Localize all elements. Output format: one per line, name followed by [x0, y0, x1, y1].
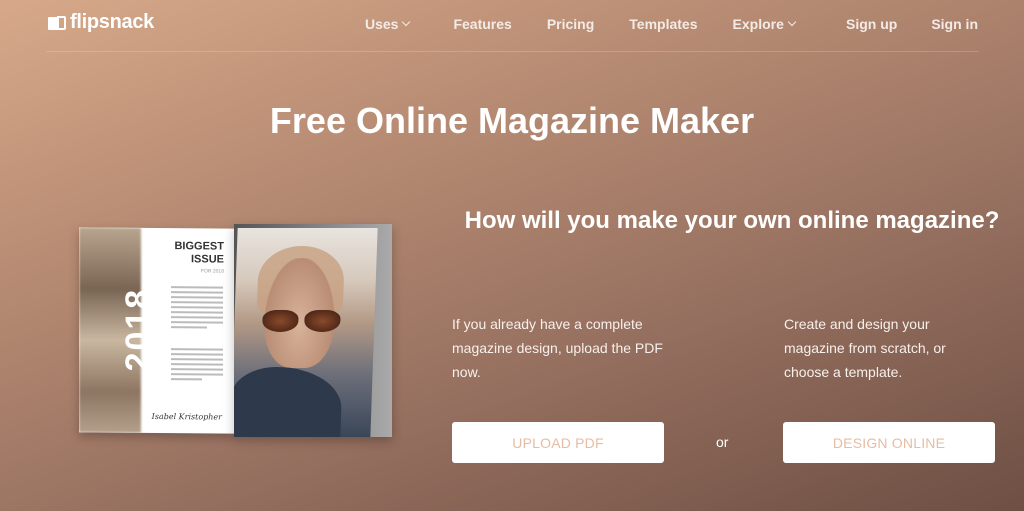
nav-item-templates[interactable]: Templates: [629, 16, 697, 32]
flipsnack-logo[interactable]: flipsnack: [48, 11, 154, 34]
nav-item-explore-label: Explore: [732, 16, 784, 32]
page-title: Free Online Magazine Maker: [269, 100, 755, 141]
magazine-signature: Isabel Kristopher: [151, 411, 222, 422]
nav-item-features[interactable]: Features: [453, 16, 511, 32]
nav-item-pricing[interactable]: Pricing: [547, 16, 594, 32]
magazine-headline: BIGGEST ISSUE: [174, 240, 224, 266]
sunglasses: [262, 310, 343, 332]
magazine-mockup-image: 2018 BIGGEST ISSUE FOR 2018 Isabel Krist…: [79, 224, 392, 437]
nav-item-uses-label: Uses: [365, 16, 399, 32]
sign-in-link[interactable]: Sign in: [931, 16, 978, 32]
or-separator: or: [716, 434, 729, 450]
upload-pdf-button[interactable]: UPLOAD PDF: [452, 422, 664, 463]
magazine-subline: FOR 2018: [200, 268, 224, 275]
section-question: How will you make your own online magazi…: [464, 207, 1000, 234]
design-description: Create and design your magazine from scr…: [784, 316, 946, 380]
upload-description: If you already have a complete magazine …: [452, 316, 663, 380]
auth-links: Sign up Sign in: [846, 16, 978, 32]
top-navigation: flipsnack Uses Features Pricing Template…: [46, 0, 978, 52]
nav-item-features-label: Features: [453, 16, 512, 32]
body-text-block: [171, 286, 223, 331]
logo-text: flipsnack: [70, 11, 154, 33]
book-page-icon: [48, 15, 66, 31]
photo-coat: [234, 367, 343, 437]
nav-item-templates-label: Templates: [629, 16, 698, 32]
design-online-button[interactable]: DESIGN ONLINE: [783, 422, 995, 463]
sign-up-link[interactable]: Sign up: [846, 16, 897, 32]
magazine-right-page: [234, 224, 392, 437]
chevron-down-icon: [787, 17, 797, 27]
nav-item-explore[interactable]: Explore: [732, 16, 797, 32]
nav-item-pricing-label: Pricing: [546, 16, 595, 32]
nav-item-uses[interactable]: Uses: [365, 16, 411, 32]
body-text-block: [171, 348, 223, 383]
magazine-left-page: 2018 BIGGEST ISSUE FOR 2018 Isabel Krist…: [79, 227, 234, 434]
nav-links: Uses Features Pricing Templates Explore: [365, 16, 797, 32]
cover-photo: [234, 228, 378, 437]
magazine-year: 2018: [119, 287, 157, 372]
chevron-down-icon: [402, 17, 411, 27]
